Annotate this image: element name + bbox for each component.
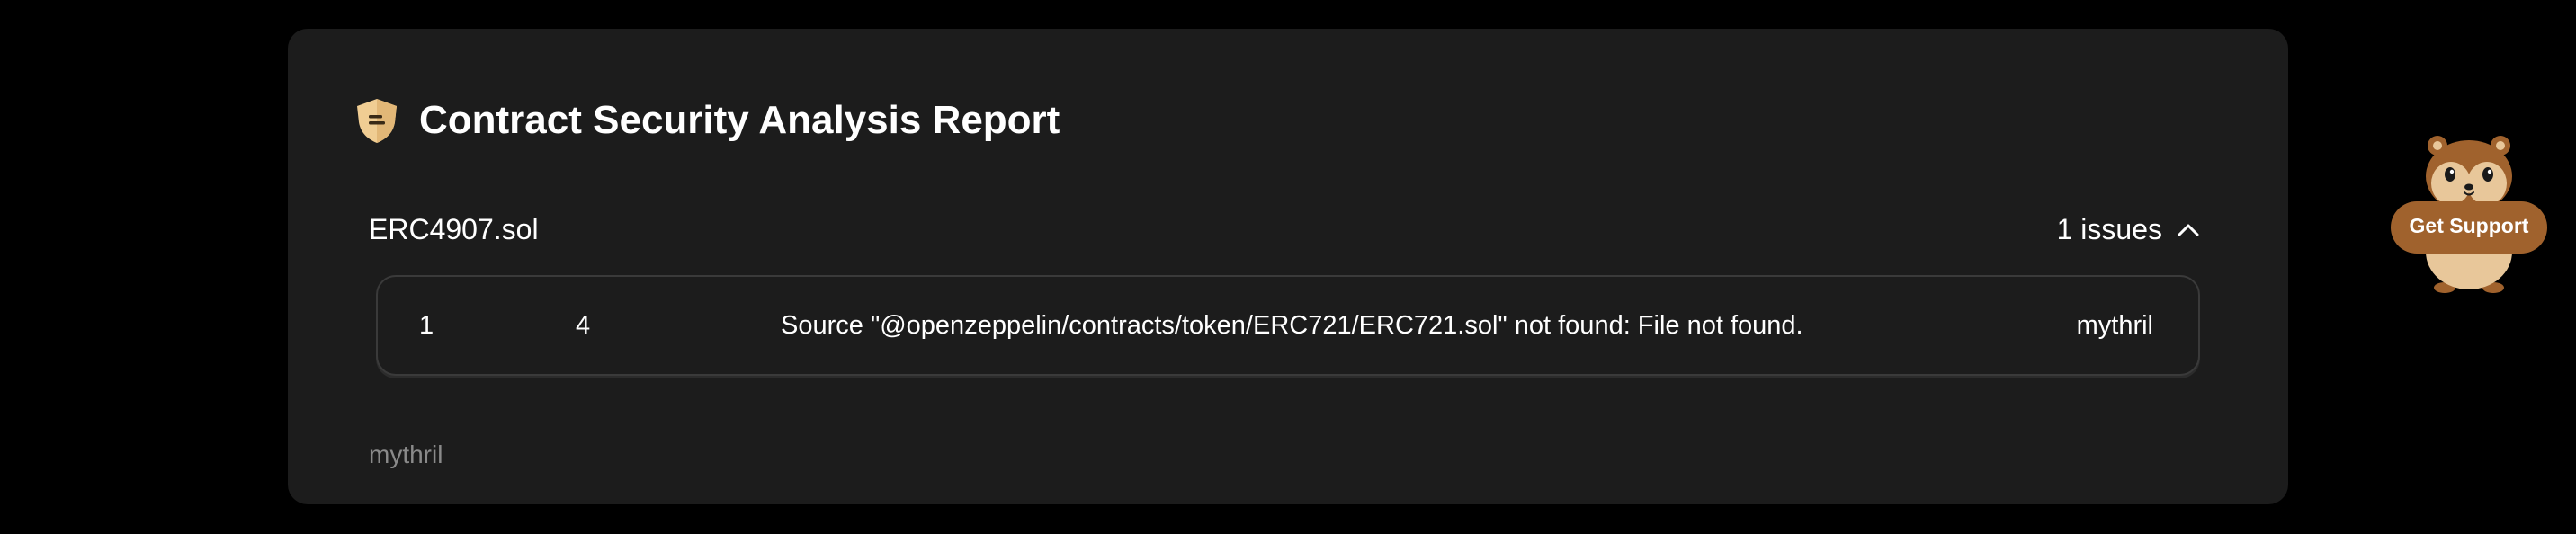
issues-table: 1 4 Source "@openzeppelin/contracts/toke… — [376, 275, 2200, 376]
page-title: Contract Security Analysis Report — [419, 98, 1060, 142]
file-section-header: ERC4907.sol 1 issues — [369, 209, 2200, 250]
table-row[interactable]: 1 4 Source "@openzeppelin/contracts/toke… — [378, 277, 2198, 374]
get-support-label: Get Support — [2409, 214, 2529, 237]
issues-toggle-button[interactable]: 1 issues — [2057, 213, 2200, 246]
chevron-up-icon — [2178, 224, 2199, 236]
get-support-button[interactable]: Get Support — [2385, 133, 2553, 300]
file-name: ERC4907.sol — [369, 212, 539, 245]
report-header: Contract Security Analysis Report — [353, 93, 1060, 147]
issues-count: 1 issues — [2056, 212, 2162, 245]
issue-id: 1 — [419, 311, 434, 340]
analysis-tool-label: mythril — [369, 441, 443, 468]
shield-icon — [357, 99, 397, 143]
issue-tool: mythril — [2076, 311, 2153, 340]
issue-line: 4 — [576, 311, 591, 340]
report-card: Contract Security Analysis Report ERC490… — [288, 29, 2288, 504]
issue-description: Source "@openzeppelin/contracts/token/ER… — [781, 311, 1803, 340]
